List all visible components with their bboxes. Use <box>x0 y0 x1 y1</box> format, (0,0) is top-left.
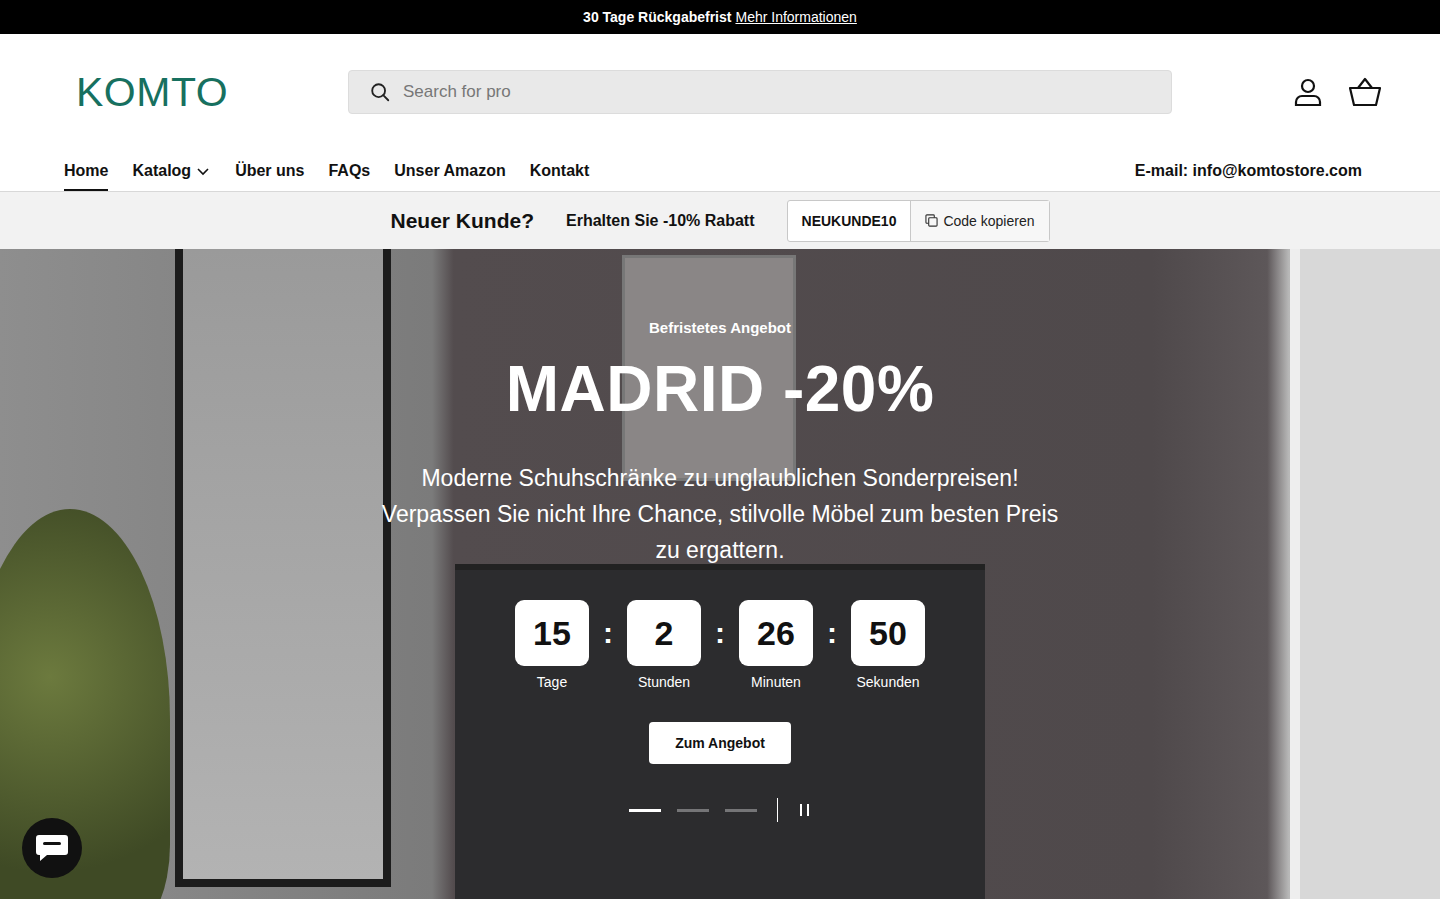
header-actions <box>1292 76 1382 108</box>
copy-code-button[interactable]: Code kopieren <box>911 201 1048 241</box>
announcement-link[interactable]: Mehr Informationen <box>735 9 856 25</box>
search-icon <box>369 81 391 103</box>
nav-item[interactable]: Kontakt <box>530 150 590 191</box>
search-field[interactable]: Search for pro <box>348 70 1172 114</box>
nav-item[interactable]: Katalog <box>132 150 211 191</box>
header: KOMTO Search for pro <box>0 34 1440 150</box>
countdown-separator: : <box>603 600 613 666</box>
nav-item[interactable]: Home <box>64 150 108 191</box>
slide-indicator[interactable] <box>629 809 661 812</box>
promo-bar: Neuer Kunde? Erhalten Sie -10% Rabatt NEUK… <box>0 192 1440 249</box>
hero-text: Moderne Schuhschränke zu unglaublichen S… <box>380 460 1060 568</box>
slide-controls <box>629 798 812 822</box>
basket-icon[interactable] <box>1348 76 1382 108</box>
hero-eyebrow: Befristetes Angebot <box>649 319 791 336</box>
logo[interactable]: KOMTO <box>76 69 348 116</box>
nav-label[interactable]: Kontakt <box>530 162 590 180</box>
countdown-unit: 15 Tage <box>515 600 589 690</box>
countdown-value: 15 <box>515 600 589 666</box>
copy-icon <box>925 214 938 227</box>
hero-content: Befristetes Angebot MADRID -20% Moderne Sc… <box>0 249 1440 822</box>
countdown-unit: 2 Stunden <box>627 600 701 690</box>
chevron-down-icon[interactable] <box>195 163 211 179</box>
countdown-value: 2 <box>627 600 701 666</box>
slide-divider <box>777 798 778 822</box>
nav-list: Home Katalog Über uns FAQs Unser Amazon Konta… <box>64 150 589 191</box>
countdown-label: Tage <box>537 674 567 690</box>
announcement-bar: 30 Tage RückgabefristMehr Informationen <box>0 0 1440 34</box>
pause-icon[interactable] <box>798 802 812 818</box>
countdown-label: Minuten <box>751 674 801 690</box>
chat-icon[interactable] <box>35 833 69 863</box>
countdown-unit: 26 Minuten <box>739 600 813 690</box>
nav-label[interactable]: FAQs <box>328 162 370 180</box>
copy-label[interactable]: Code kopieren <box>943 213 1034 229</box>
hero-photo <box>0 249 1440 899</box>
hero-title: MADRID -20% <box>506 354 935 424</box>
slide-indicator[interactable] <box>725 809 757 812</box>
promo-text: Erhalten Sie -10% Rabatt <box>566 212 755 230</box>
main-nav: Home Katalog Über uns FAQs Unser Amazon Konta… <box>0 150 1440 192</box>
nav-label[interactable]: Unser Amazon <box>394 162 505 180</box>
nav-item[interactable]: Unser Amazon <box>394 150 505 191</box>
offer-button[interactable]: Zum Angebot <box>649 722 791 764</box>
nav-label[interactable]: Katalog <box>132 162 191 180</box>
countdown-value: 26 <box>739 600 813 666</box>
chat-button[interactable] <box>22 818 82 878</box>
account-icon[interactable] <box>1292 76 1324 108</box>
discount-code-box: NEUKUNDE10 Code kopieren <box>787 200 1050 242</box>
nav-item[interactable]: Über uns <box>235 150 304 191</box>
promo-title: Neuer Kunde? <box>391 209 535 233</box>
nav-label[interactable]: Home <box>64 162 108 180</box>
discount-code: NEUKUNDE10 <box>788 201 912 241</box>
countdown-separator: : <box>715 600 725 666</box>
nav-label[interactable]: Über uns <box>235 162 304 180</box>
page: 30 Tage RückgabefristMehr InformationenK… <box>0 0 1440 899</box>
countdown-label: Sekunden <box>856 674 919 690</box>
countdown-label: Stunden <box>638 674 690 690</box>
announcement-text: 30 Tage Rückgabefrist <box>583 9 731 25</box>
search-placeholder[interactable]: Search for pro <box>403 82 511 102</box>
nav-item[interactable]: FAQs <box>328 150 370 191</box>
logo-text[interactable]: KOMTO <box>76 69 228 115</box>
countdown-separator: : <box>827 600 837 666</box>
slide-indicator[interactable] <box>677 809 709 812</box>
countdown: 15Tage:2Stunden:26Minuten:50Sekunden <box>515 600 925 690</box>
countdown-unit: 50 Sekunden <box>851 600 925 690</box>
hero-slide: Befristetes Angebot MADRID -20% Moderne Sc… <box>0 249 1440 899</box>
email-contact[interactable]: E-mail: info@komtostore.com <box>1123 158 1374 184</box>
countdown-value: 50 <box>851 600 925 666</box>
